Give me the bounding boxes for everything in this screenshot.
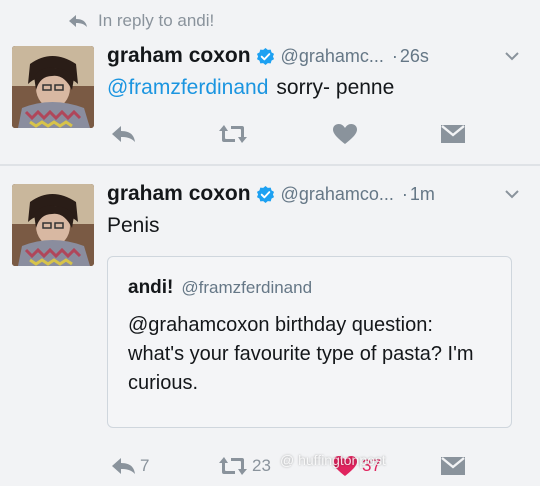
tweet[interactable]: graham coxon @grahamco... · 1m Penis and… xyxy=(0,176,540,486)
separator-dot: · xyxy=(401,183,408,204)
tweet-header: graham coxon @grahamco... · 1m xyxy=(107,180,524,208)
timestamp[interactable]: 26s xyxy=(400,46,429,67)
reply-count: 7 xyxy=(140,456,150,475)
quoted-display-name: andi! xyxy=(128,277,174,298)
quoted-tweet-header: andi! @framzferdinand xyxy=(128,277,312,299)
direct-message-button[interactable] xyxy=(440,124,470,144)
reply-context-text: In reply to andi! xyxy=(98,11,215,30)
retweet-icon xyxy=(219,457,247,475)
tweet-divider xyxy=(0,164,540,166)
avatar[interactable] xyxy=(12,46,94,128)
quoted-user-handle: @framzferdinand xyxy=(181,278,313,297)
tweet-text: Penis xyxy=(107,214,160,237)
retweet-icon xyxy=(219,125,247,143)
tweet-header: graham coxon @grahamc... · 26s xyxy=(107,42,524,70)
user-handle[interactable]: @grahamc... xyxy=(281,46,384,67)
chevron-down-icon[interactable] xyxy=(504,48,520,64)
separator-dot: · xyxy=(391,45,398,66)
reply-icon xyxy=(112,126,135,142)
tweet-text: @framzferdinand sorry- penne xyxy=(107,74,524,102)
verified-icon xyxy=(256,185,274,203)
retweet-count: 23 xyxy=(252,456,271,475)
reply-context[interactable]: In reply to andi! xyxy=(68,10,214,32)
verified-icon xyxy=(256,47,274,65)
retweet-button[interactable] xyxy=(218,123,252,145)
reply-arrow-icon xyxy=(69,15,87,27)
watermark: @ huffingtonpost xyxy=(280,452,386,468)
quoted-tweet-text: @grahamcoxon birthday question: what's y… xyxy=(128,314,474,394)
avatar[interactable] xyxy=(12,184,94,266)
heart-icon xyxy=(333,124,357,144)
chevron-down-icon[interactable] xyxy=(504,186,520,202)
retweet-button[interactable]: 23 xyxy=(218,455,271,477)
display-name[interactable]: graham coxon xyxy=(107,44,251,68)
like-button[interactable] xyxy=(332,123,362,145)
user-handle[interactable]: @grahamco... xyxy=(281,184,394,205)
tweet[interactable]: graham coxon @grahamc... · 26s @framzfer… xyxy=(0,38,540,164)
tweet-actions xyxy=(110,120,470,148)
reply-button[interactable]: 7 xyxy=(110,456,149,476)
mention-link[interactable]: @framzferdinand xyxy=(107,76,268,99)
timestamp[interactable]: 1m xyxy=(410,184,435,205)
direct-message-icon xyxy=(441,125,465,143)
quoted-tweet[interactable]: andi! @framzferdinand @grahamcoxon birth… xyxy=(107,256,512,428)
direct-message-icon xyxy=(441,457,465,475)
reply-icon xyxy=(112,458,135,474)
reply-button[interactable] xyxy=(110,124,140,144)
display-name[interactable]: graham coxon xyxy=(107,182,251,206)
direct-message-button[interactable] xyxy=(440,456,470,476)
tweet-body: sorry- penne xyxy=(276,76,395,99)
